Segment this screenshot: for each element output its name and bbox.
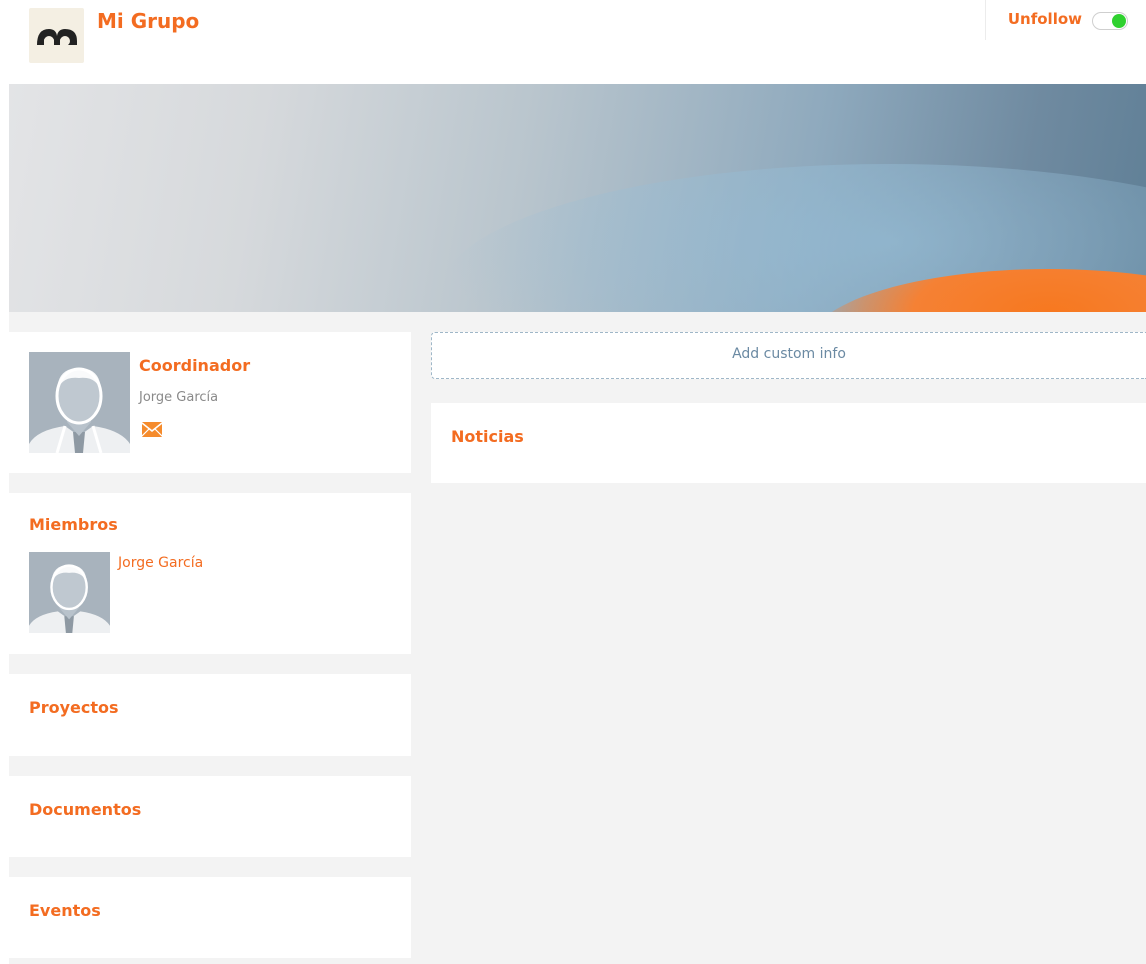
add-custom-info-button[interactable]: Add custom info (431, 332, 1146, 379)
avatar-icon (29, 352, 130, 453)
content-area: Coordinador Jorge García Miembros Jorge … (9, 312, 1146, 964)
documents-title: Documentos (29, 800, 142, 819)
members-card: Miembros Jorge García (9, 493, 411, 654)
avatar-icon (29, 552, 110, 633)
mail-icon[interactable] (141, 422, 163, 441)
group-page: Mi Grupo Unfollow Coordinador Jorge Garc… (0, 0, 1146, 964)
member-name[interactable]: Jorge García (118, 555, 203, 571)
add-custom-info-label: Add custom info (732, 346, 846, 362)
logo-icon[interactable] (29, 8, 84, 63)
news-title: Noticias (451, 427, 524, 446)
projects-title: Proyectos (29, 698, 119, 717)
banner-image (9, 84, 1146, 312)
coordinator-card: Coordinador Jorge García (9, 332, 411, 473)
projects-card: Proyectos (9, 674, 411, 756)
unfollow-label[interactable]: Unfollow (1008, 10, 1082, 28)
coordinator-title: Coordinador (139, 356, 251, 375)
coordinator-name[interactable]: Jorge García (139, 390, 218, 405)
events-title: Eventos (29, 901, 101, 920)
member-avatar[interactable] (29, 552, 110, 633)
follow-area: Unfollow (985, 0, 1146, 40)
header: Mi Grupo Unfollow (0, 0, 1146, 84)
follow-toggle-switch[interactable] (1092, 12, 1128, 30)
news-card: Noticias (431, 403, 1146, 483)
members-title: Miembros (29, 515, 118, 534)
documents-card: Documentos (9, 776, 411, 857)
group-title: Mi Grupo (97, 9, 200, 33)
toggle-knob (1112, 14, 1126, 28)
events-card: Eventos (9, 877, 411, 958)
coordinator-avatar[interactable] (29, 352, 130, 453)
